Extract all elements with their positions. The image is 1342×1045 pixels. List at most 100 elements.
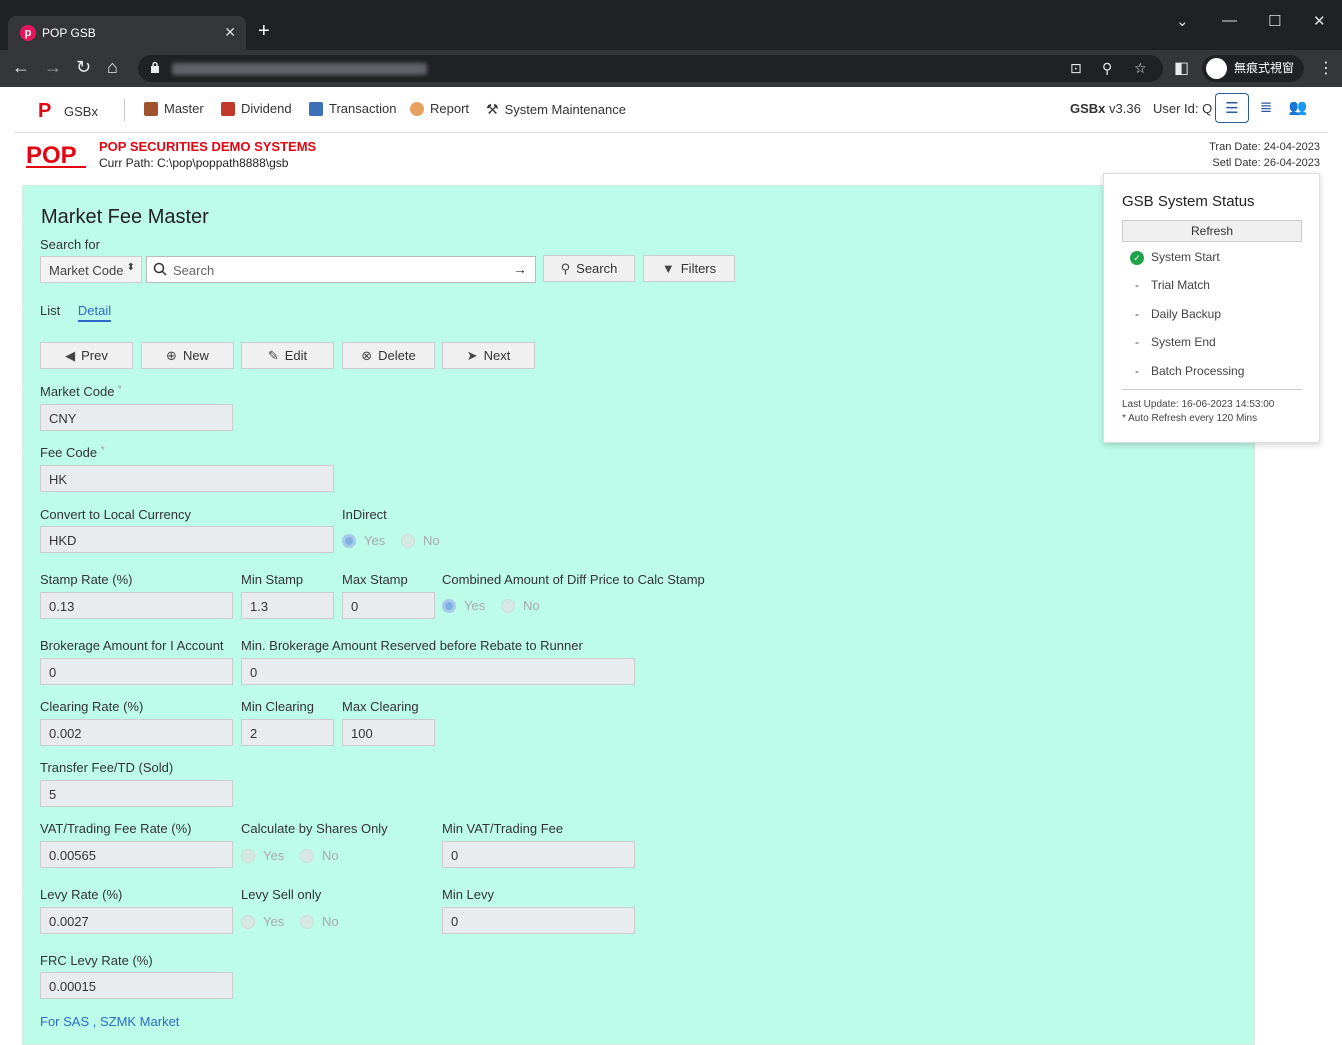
- brand-label: GSBx: [64, 103, 98, 119]
- search-input[interactable]: Search →: [146, 256, 536, 283]
- levy-sell-label: Levy Sell only: [241, 887, 322, 902]
- levy-sell-yes-radio[interactable]: Yes: [241, 914, 284, 929]
- min-vat-field[interactable]: 0: [442, 841, 635, 868]
- bookmark-star-icon[interactable]: ☆: [1134, 60, 1147, 77]
- status-item: ✓ System Start: [1130, 250, 1220, 265]
- min-stamp-field[interactable]: 1.3: [241, 592, 334, 619]
- calc-shares-yes-radio[interactable]: Yes: [241, 848, 284, 863]
- convert-currency-field[interactable]: HKD: [40, 526, 334, 553]
- sort-caret-icon: ⬍: [126, 262, 135, 273]
- sas-szmk-link[interactable]: For SAS , SZMK Market: [40, 1014, 179, 1029]
- min-levy-field[interactable]: 0: [442, 907, 635, 934]
- max-stamp-field[interactable]: 0: [342, 592, 435, 619]
- next-button[interactable]: ➤ Next: [442, 342, 535, 369]
- levy-sell-no-radio[interactable]: No: [300, 914, 339, 929]
- clearing-rate-field[interactable]: 0.002: [40, 719, 233, 746]
- tab-search-chevron-icon[interactable]: ⌄: [1176, 12, 1189, 30]
- frc-levy-field[interactable]: 0.00015: [40, 972, 233, 999]
- current-path: Curr Path: C:\pop\poppath8888\gsb: [99, 156, 289, 170]
- back-icon[interactable]: ←: [12, 57, 30, 78]
- translate-icon[interactable]: ⊡: [1070, 60, 1082, 77]
- radio-dot: [300, 914, 314, 929]
- prev-label: Prev: [81, 348, 108, 363]
- auto-refresh-note: * Auto Refresh every 120 Mins: [1122, 413, 1258, 424]
- minimize-icon[interactable]: —: [1222, 12, 1237, 29]
- status-panel-toggle-icon[interactable]: ☰: [1215, 93, 1249, 123]
- edit-button[interactable]: ✎ Edit: [241, 342, 334, 369]
- home-icon[interactable]: ⌂: [107, 57, 118, 78]
- menu-system-maintenance-label: System Maintenance: [504, 102, 626, 117]
- fee-code-field[interactable]: HK: [40, 465, 334, 492]
- page-title: Market Fee Master: [41, 206, 209, 228]
- zoom-icon[interactable]: ⚲: [1102, 60, 1112, 77]
- dash-icon: -: [1135, 307, 1139, 321]
- status-item-label: Trial Match: [1151, 278, 1210, 292]
- convert-currency-label: Convert to Local Currency: [40, 507, 192, 522]
- search-icon: [153, 262, 167, 276]
- refresh-button[interactable]: Refresh: [1122, 220, 1302, 242]
- search-button[interactable]: ⚲ Search: [543, 255, 635, 282]
- delete-button[interactable]: ⊗ Delete: [342, 342, 435, 369]
- levy-rate-field[interactable]: 0.0027: [40, 907, 233, 934]
- indirect-yes-radio[interactable]: Yes: [342, 533, 385, 548]
- maximize-icon[interactable]: ☐: [1268, 12, 1281, 30]
- report-icon: [410, 101, 424, 116]
- new-tab-button[interactable]: +: [258, 20, 270, 43]
- list-view-icon[interactable]: ≣: [1249, 93, 1283, 123]
- calc-shares-no-radio[interactable]: No: [300, 848, 339, 863]
- plus-circle-icon: ⊕: [166, 348, 177, 363]
- reading-list-icon[interactable]: ◧: [1174, 58, 1189, 78]
- forward-icon[interactable]: →: [44, 57, 62, 78]
- min-clearing-label: Min Clearing: [241, 699, 314, 714]
- indirect-no-radio[interactable]: No: [401, 533, 440, 548]
- new-label: New: [182, 348, 209, 363]
- tab-list[interactable]: List: [40, 303, 60, 318]
- menu-system-maintenance[interactable]: ⚒ System Maintenance: [486, 101, 626, 118]
- window-close-icon[interactable]: ✕: [1313, 12, 1326, 30]
- combined-yes-radio[interactable]: Yes: [442, 598, 485, 613]
- prev-button[interactable]: ◀ Prev: [40, 342, 133, 369]
- app-name: GSBx: [1070, 101, 1106, 116]
- browser-tab[interactable]: p POP GSB ✕: [8, 16, 246, 50]
- market-code-field[interactable]: CNY: [40, 404, 233, 431]
- radio-dot: [442, 598, 456, 613]
- search-field-select[interactable]: Market Code ⬍: [40, 256, 142, 283]
- radio-label: No: [423, 533, 440, 548]
- transfer-fee-field[interactable]: 5: [40, 780, 233, 807]
- tab-close-icon[interactable]: ✕: [224, 24, 236, 41]
- combined-no-radio[interactable]: No: [501, 598, 540, 613]
- radio-label: Yes: [464, 598, 486, 613]
- brokerage-field[interactable]: 0: [40, 658, 233, 685]
- min-clearing-field[interactable]: 2: [241, 719, 334, 746]
- menu-master[interactable]: Master: [144, 101, 204, 116]
- market-fee-panel: Market Fee Master Search for Market Code…: [22, 185, 1255, 1045]
- max-clearing-field[interactable]: 100: [342, 719, 435, 746]
- brand-link[interactable]: P GSBx: [38, 101, 98, 121]
- filters-button[interactable]: ▼ Filters: [643, 255, 735, 282]
- status-footer: Last Update: 16-06-2023 14:53:00 * Auto …: [1122, 398, 1274, 426]
- new-button[interactable]: ⊕ New: [141, 342, 234, 369]
- master-icon: [144, 101, 158, 116]
- dividend-icon: [221, 101, 235, 116]
- status-item-label: Batch Processing: [1151, 364, 1245, 378]
- menu-report[interactable]: Report: [410, 101, 469, 116]
- users-icon[interactable]: 👥: [1281, 93, 1315, 123]
- stamp-rate-field[interactable]: 0.13: [40, 592, 233, 619]
- arrow-right-icon[interactable]: →: [513, 261, 527, 277]
- browser-menu-icon[interactable]: ⋮: [1318, 58, 1334, 78]
- vat-rate-field[interactable]: 0.00565: [40, 841, 233, 868]
- menu-dividend[interactable]: Dividend: [221, 101, 292, 116]
- last-update: Last Update: 16-06-2023 14:53:00: [1122, 399, 1275, 410]
- tab-detail[interactable]: Detail: [77, 303, 112, 322]
- min-brokerage-field[interactable]: 0: [241, 658, 635, 685]
- nav-divider: [124, 99, 125, 121]
- incognito-badge[interactable]: 無痕式視窗: [1202, 55, 1305, 82]
- address-bar[interactable]: ⊡ ⚲ ☆: [138, 55, 1163, 82]
- menu-transaction[interactable]: Transaction: [309, 101, 396, 116]
- app-version: v3.36: [1109, 101, 1141, 116]
- edit-label: Edit: [284, 348, 308, 363]
- status-divider: [1122, 389, 1302, 390]
- user-id: User Id: Q: [1153, 101, 1213, 116]
- min-stamp-label: Min Stamp: [241, 572, 304, 587]
- reload-icon[interactable]: ↻: [76, 57, 91, 78]
